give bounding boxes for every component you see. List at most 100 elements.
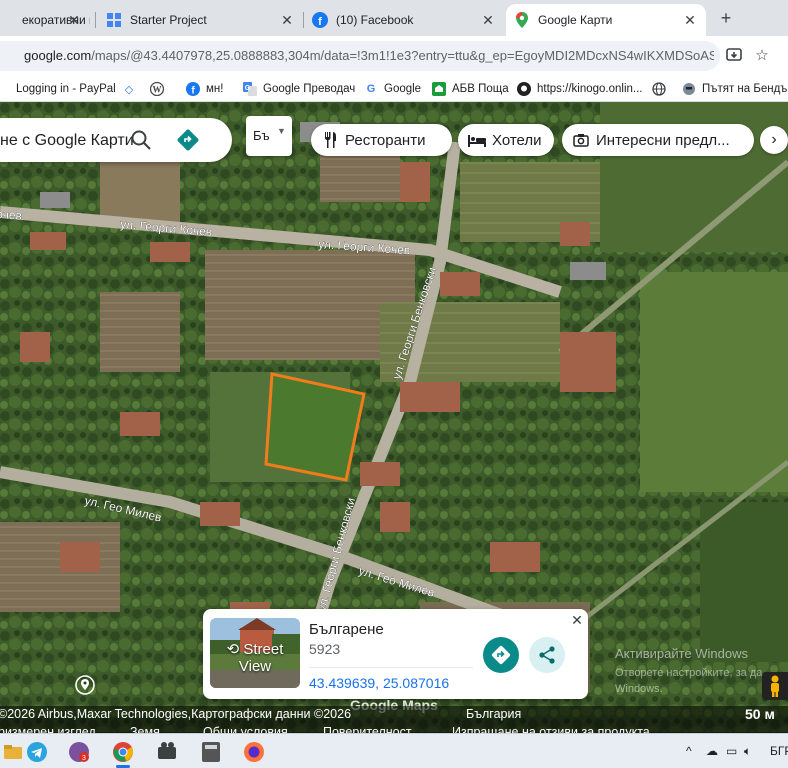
new-tab-button[interactable]: +	[716, 8, 736, 28]
directions-button[interactable]	[483, 637, 519, 673]
volume-icon[interactable]: 🔈︎	[744, 744, 751, 759]
tab-title: Google Карти	[538, 13, 613, 27]
url-host: google.com	[24, 48, 92, 63]
bookmark-bender[interactable]: Пътят на Бендър	[682, 80, 788, 98]
address-bar: google.com/maps/@43.4407978,25.0888883,3…	[0, 36, 788, 76]
facebook-icon: f	[186, 82, 200, 96]
shop-icon	[0, 12, 14, 28]
scale-label[interactable]: 50 м	[745, 706, 775, 722]
tab-title: Starter Project	[130, 13, 207, 27]
country-link[interactable]: България	[466, 707, 521, 721]
imagery-attribution: ©2026 Airbus,Maxar Technologies,Картогра…	[0, 707, 352, 721]
tab-strip: екоративни и ✕ Starter Project ✕ f (10) …	[0, 0, 788, 36]
camera-icon	[572, 131, 590, 149]
search-icon[interactable]	[130, 129, 152, 151]
firefox-icon[interactable]	[241, 739, 267, 765]
tray-language[interactable]: БГР	[770, 744, 788, 758]
attribution-row: ©2026 Airbus,Maxar Technologies,Картогра…	[0, 706, 788, 724]
search-input[interactable]: не с Google Карти	[0, 132, 134, 150]
tab-decorative[interactable]: екоративни и ✕	[0, 4, 90, 36]
tab-facebook[interactable]: f (10) Facebook ✕	[304, 4, 504, 36]
google-icon: G	[366, 83, 376, 95]
bookmark-facebook[interactable]: f мн!	[186, 80, 223, 98]
directions-icon	[491, 645, 511, 665]
close-icon[interactable]: ✕	[279, 12, 295, 28]
bookmark-kinogo[interactable]: https://kinogo.onlin...	[517, 80, 642, 98]
place-postcode: 5923	[309, 641, 341, 657]
bookmark-label: Google	[384, 83, 422, 95]
chip-hotels[interactable]: Хотели	[458, 124, 554, 156]
windows-activation-text: Отворете настройките, за да	[615, 667, 763, 679]
svg-text:f: f	[318, 16, 322, 28]
calculator-icon[interactable]	[198, 739, 224, 765]
street-view-text: Street View	[238, 641, 284, 675]
media-icon[interactable]	[154, 739, 180, 765]
bookmark-label: Пътят на Бендър	[702, 83, 788, 95]
bookmark-star-icon[interactable]: ☆	[752, 46, 772, 66]
card-divider	[309, 667, 473, 668]
file-explorer-icon[interactable]	[0, 739, 26, 765]
bookmarks-bar: Logging in - PayPal ◇ W f мн! G Google П…	[0, 76, 788, 102]
windows-taskbar: 3 ^ ☁ ▭ 🔈︎ БГР	[0, 733, 788, 768]
bookmark-translate[interactable]: G Google Преводач	[243, 80, 355, 98]
street-view-label: ⟲ Street View	[210, 641, 300, 675]
fork-knife-icon	[321, 131, 339, 149]
bookmark-label: мн!	[206, 83, 224, 95]
language-layer-button[interactable]: Бъ ▼	[246, 116, 292, 156]
google-maps-icon	[514, 12, 530, 28]
close-icon[interactable]: ✕	[682, 12, 698, 28]
bookmark-label: АБВ Поща	[452, 83, 509, 95]
bookmark-label: https://kinogo.onlin...	[537, 83, 643, 95]
bookmark-paypal[interactable]: Logging in - PayPal	[0, 80, 116, 98]
url-path: /maps/@43.4407978,25.0888883,304m/data=!…	[91, 48, 714, 63]
caret-down-icon: ▼	[277, 126, 286, 136]
svg-text:3: 3	[82, 755, 86, 762]
bookmark-diamond[interactable]: ◇	[122, 80, 142, 98]
street-view-icon: ⟲	[226, 641, 244, 658]
pegman-icon[interactable]	[762, 672, 788, 700]
install-app-icon[interactable]	[724, 46, 744, 66]
diamond-icon: ◇	[124, 83, 134, 96]
bookmark-wordpress[interactable]: W	[150, 80, 170, 98]
telegram-icon[interactable]	[24, 739, 50, 765]
bookmark-abv[interactable]: АБВ Поща	[432, 80, 509, 98]
windows-activation-text: Windows.	[615, 683, 663, 695]
bookmark-label: Google Преводач	[263, 83, 356, 95]
windows-activation-title: Активирайте Windows	[615, 646, 748, 661]
chip-restaurants[interactable]: Ресторанти	[311, 124, 452, 156]
viber-icon[interactable]: 3	[66, 739, 92, 765]
bookmark-google[interactable]: G Google	[364, 80, 421, 98]
grid-icon	[106, 12, 122, 28]
wordpress-icon: W	[150, 82, 164, 96]
network-icon[interactable]: ▭	[726, 744, 737, 758]
chevron-right-icon[interactable]: ›	[760, 126, 788, 154]
place-card: ⟲ Street View Българене 5923 43.439639, …	[203, 609, 588, 699]
onedrive-icon[interactable]: ☁	[706, 744, 718, 758]
svg-text:W: W	[153, 85, 162, 95]
chip-attractions[interactable]: Интересни предл...	[562, 124, 754, 156]
tray-chevron-icon[interactable]: ^	[686, 744, 692, 758]
share-button[interactable]	[529, 637, 565, 673]
chip-label: Интересни предл...	[596, 131, 730, 149]
bookmark-globe[interactable]	[652, 80, 672, 98]
chrome-icon[interactable]	[110, 739, 136, 765]
facebook-icon: f	[312, 12, 328, 28]
street-label: очев	[0, 207, 22, 223]
chip-label: Хотели	[492, 131, 542, 149]
translate-icon: G	[243, 82, 257, 96]
tab-separator	[95, 12, 96, 28]
street-view-thumbnail[interactable]: ⟲ Street View	[210, 618, 300, 688]
close-icon[interactable]: ✕	[480, 12, 496, 28]
svg-text:G: G	[245, 85, 251, 92]
language-label: Бъ	[253, 128, 270, 143]
tab-google-maps[interactable]: Google Карти ✕	[506, 4, 706, 36]
maps-search-box[interactable]: не с Google Карти	[0, 118, 232, 162]
location-pin-icon[interactable]	[75, 675, 95, 695]
tab-starter-project[interactable]: Starter Project ✕	[98, 4, 303, 36]
place-coordinates[interactable]: 43.439639, 25.087016	[309, 675, 449, 691]
url-field[interactable]: google.com/maps/@43.4407978,25.0888883,3…	[24, 48, 714, 63]
close-icon[interactable]: ✕	[569, 612, 585, 628]
bed-icon	[468, 131, 486, 149]
directions-icon[interactable]	[176, 128, 200, 152]
close-icon[interactable]: ✕	[66, 12, 82, 28]
